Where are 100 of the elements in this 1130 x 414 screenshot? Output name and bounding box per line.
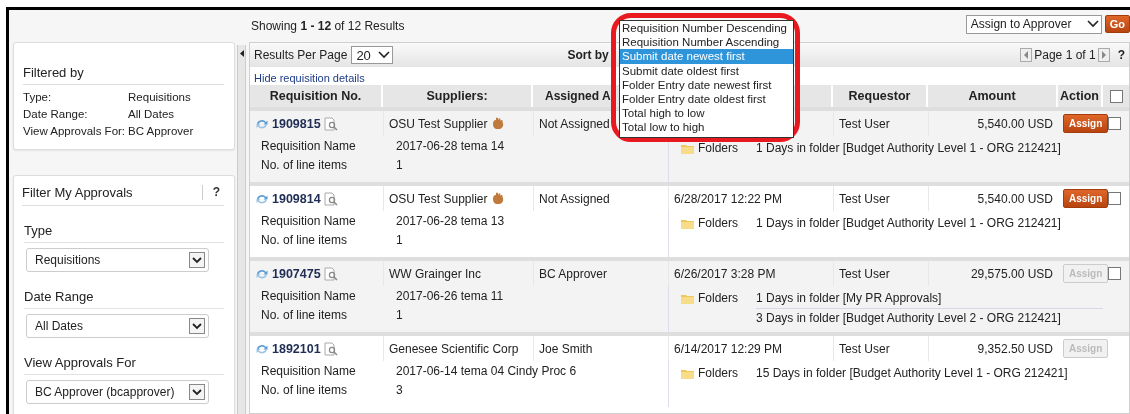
panel-title: Filtered by — [23, 65, 224, 85]
sort-option[interactable]: Requisition Number Ascending — [620, 35, 793, 50]
detail-label: No. of line items — [261, 233, 349, 248]
bulk-action-select[interactable]: Assign to Approver — [965, 14, 1102, 34]
filter-select[interactable]: All Dates — [26, 314, 209, 338]
requisition-name: 2017-06-28 tema 14 — [396, 139, 506, 154]
row-checkbox[interactable] — [1108, 192, 1121, 205]
folders-label: Folders — [698, 141, 738, 156]
field-label: Date Range — [24, 289, 224, 309]
caret-icon — [1086, 20, 1099, 28]
sort-option[interactable]: Requisition Number Descending — [620, 21, 793, 36]
assigned-approver: Not Assigned — [539, 191, 610, 206]
detail-label: No. of line items — [261, 383, 349, 398]
detail-label: Requisition Name — [261, 289, 357, 304]
amount: 9,352.50 USD — [977, 341, 1053, 356]
folder-icon — [681, 218, 694, 229]
folder-icon — [681, 293, 694, 304]
panel-title: Filter My Approvals — [22, 185, 133, 200]
document-search-icon[interactable] — [323, 341, 338, 356]
folder-entry: 1 Days in folder [Budget Authority Level 1 - ORG 212421] — [756, 140, 1062, 157]
sort-label: Sort by — [567, 48, 609, 62]
amount: 29,575.00 USD — [970, 266, 1053, 281]
filter-label: Date Range: — [23, 107, 89, 122]
document-search-icon[interactable] — [323, 116, 338, 131]
submit-date: 6/28/2017 12:22 PM — [674, 191, 783, 206]
page-info: Page 1 of 1 — [1034, 48, 1096, 62]
filter-label: Type: — [23, 90, 53, 105]
folder-entry: 3 Days in folder [Budget Authority Level 2 - ORG 212421] — [756, 308, 1103, 328]
requestor-name: Test User — [839, 266, 890, 281]
sort-option[interactable]: Folder Entry date oldest first — [620, 92, 793, 107]
requestor-name: Test User — [839, 116, 890, 131]
assign-button[interactable]: Assign — [1063, 189, 1109, 208]
assigned-approver: BC Approver — [539, 266, 608, 281]
folders-label: Folders — [698, 216, 738, 231]
supplier-name: WW Grainger Inc — [389, 266, 481, 281]
caret-icon — [189, 252, 205, 268]
per-page-select[interactable]: 20 — [351, 46, 394, 64]
folder-icon — [681, 368, 694, 379]
folder-entry: 15 Days in folder [Budget Authority Level 1 - ORG 212421] — [756, 365, 1069, 382]
submit-date: 6/26/2017 3:28 PM — [674, 266, 776, 281]
line-item-count: 1 — [396, 308, 404, 323]
assigned-approver: Joe Smith — [539, 341, 593, 356]
next-page-icon[interactable] — [1097, 48, 1110, 62]
line-item-count: 1 — [396, 158, 404, 173]
detail-label: No. of line items — [261, 308, 349, 323]
requisition-number[interactable]: 1907475 — [272, 266, 321, 281]
previous-page-icon[interactable] — [1020, 48, 1033, 62]
folder-icon — [681, 143, 694, 154]
sort-option[interactable]: Total high to low — [620, 106, 793, 121]
row-checkbox[interactable] — [1108, 117, 1121, 130]
help-link[interactable]: ? — [1117, 48, 1125, 62]
detail-label: Requisition Name — [261, 214, 357, 229]
refresh-icon[interactable] — [255, 342, 269, 355]
supplier-name: OSU Test Supplier — [389, 191, 488, 206]
requestor-name: Test User — [839, 191, 890, 206]
refresh-icon[interactable] — [255, 267, 269, 280]
folder-entry: 1 Days in folder [My PR Approvals] — [756, 290, 943, 307]
requisition-name: 2017-06-14 tema 04 Cindy Proc 6 — [396, 364, 578, 379]
folder-entry: 1 Days in folder [Budget Authority Level 1 - ORG 212421] — [756, 215, 1062, 232]
filter-select[interactable]: Requisitions — [26, 248, 209, 272]
detail-label: Requisition Name — [261, 364, 357, 379]
supplier-name: Genesee Scientific Corp — [389, 341, 519, 356]
filter-select[interactable]: BC Approver (bcapprover) — [26, 380, 209, 404]
select-all-checkbox[interactable] — [1109, 89, 1123, 103]
supplier-name: OSU Test Supplier — [389, 116, 488, 131]
sort-option[interactable]: Total low to high — [620, 120, 793, 135]
filter-value: Requisitions — [128, 90, 192, 105]
sort-option[interactable]: Submit date oldest first — [620, 63, 793, 78]
refresh-icon[interactable] — [255, 192, 269, 205]
results-summary: Showing 1 - 12 of 12 Results — [250, 19, 405, 33]
line-item-count: 1 — [396, 233, 404, 248]
requisition-name: 2017-06-28 tema 13 — [396, 214, 506, 229]
amount: 5,540.00 USD — [977, 116, 1053, 131]
row-checkbox[interactable] — [1108, 267, 1121, 280]
folders-label: Folders — [698, 366, 738, 381]
caret-icon — [189, 384, 205, 400]
requisition-name: 2017-06-26 tema 11 — [396, 289, 505, 304]
collapse-icon[interactable] — [239, 50, 244, 57]
assign-button[interactable]: Assign — [1063, 114, 1109, 133]
requisition-number[interactable]: 1909815 — [272, 116, 321, 131]
requisition-number[interactable]: 1909814 — [272, 191, 321, 206]
detail-label: No. of line items — [261, 158, 349, 173]
caret-icon — [378, 51, 391, 59]
requestor-name: Test User — [839, 341, 890, 356]
hide-details-link[interactable]: Hide requisition details — [254, 72, 365, 84]
document-search-icon[interactable] — [323, 266, 338, 281]
submit-date: 6/14/2017 12:29 PM — [674, 341, 783, 356]
requisition-number[interactable]: 1892101 — [272, 341, 321, 356]
line-item-count: 3 — [396, 383, 404, 398]
filter-value: All Dates — [128, 107, 176, 122]
go-button[interactable]: Go — [1104, 15, 1130, 33]
document-search-icon[interactable] — [323, 191, 338, 206]
per-page-label: Results Per Page — [254, 48, 348, 62]
amount: 5,540.00 USD — [977, 191, 1053, 206]
field-label: Type — [24, 223, 224, 243]
field-label: View Approvals For — [24, 355, 224, 375]
folders-label: Folders — [698, 291, 738, 306]
filter-value: BC Approver — [128, 124, 195, 139]
refresh-icon[interactable] — [255, 117, 269, 130]
help-link[interactable]: ? — [201, 185, 224, 200]
